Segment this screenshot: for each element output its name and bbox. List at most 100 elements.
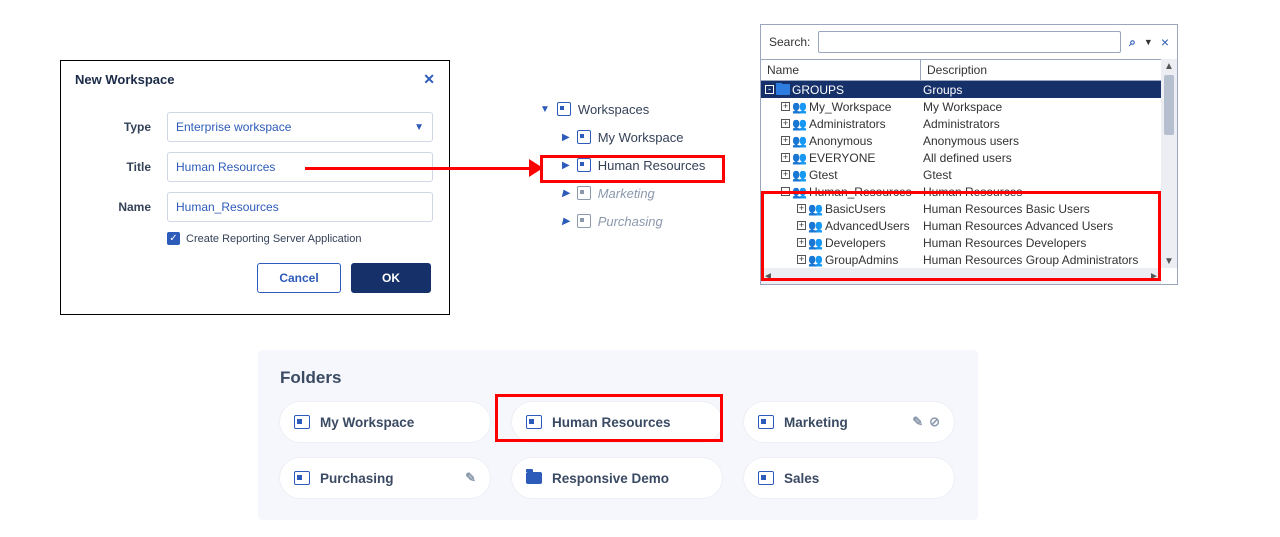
group-description-cell: Human Resources Basic Users [921, 202, 1161, 216]
column-header-name[interactable]: Name [761, 60, 921, 80]
scroll-left-icon[interactable]: ◄ [761, 271, 775, 282]
type-label: Type [77, 120, 167, 134]
search-input[interactable] [818, 31, 1121, 53]
group-row[interactable]: +👥 My_WorkspaceMy Workspace [761, 98, 1161, 115]
group-description-cell: Human Resources Advanced Users [921, 219, 1161, 233]
folder-card[interactable]: Purchasing✎ [280, 458, 490, 498]
folder-card[interactable]: Human Resources [512, 402, 722, 442]
collapse-icon[interactable]: - [781, 187, 790, 196]
group-row[interactable]: +👥 AdvancedUsersHuman Resources Advanced… [761, 217, 1161, 234]
group-row[interactable]: +👥 EVERYONEAll defined users [761, 149, 1161, 166]
folders-section: Folders My WorkspaceHuman ResourcesMarke… [258, 350, 978, 520]
collapse-icon[interactable]: - [765, 85, 774, 94]
expand-icon[interactable]: + [781, 102, 790, 111]
workspace-icon [294, 415, 310, 429]
group-row[interactable]: -👥 Human_ResourcesHuman Resources [761, 183, 1161, 200]
workspace-icon [577, 130, 591, 144]
folder-card[interactable]: Responsive Demo [512, 458, 722, 498]
group-name-cell: -👥 Human_Resources [761, 185, 921, 199]
type-select[interactable]: Enterprise workspace ▼ [167, 112, 433, 142]
group-row[interactable]: +👥 BasicUsersHuman Resources Basic Users [761, 200, 1161, 217]
workspace-icon [758, 471, 774, 485]
folder-card[interactable]: Marketing✎⊘ [744, 402, 954, 442]
group-description-cell: Groups [921, 83, 1161, 97]
group-name-cell: +👥 EVERYONE [761, 151, 921, 165]
group-name-label: Human_Resources [809, 185, 912, 199]
group-name-label: BasicUsers [825, 202, 886, 216]
users-icon: 👥 [792, 101, 807, 113]
folder-card-badges: ✎⊘ [912, 414, 940, 430]
checkbox-checked-icon: ✓ [167, 232, 180, 245]
workspace-icon [526, 415, 542, 429]
workspace-icon [557, 102, 571, 116]
scroll-right-icon[interactable]: ► [1147, 271, 1161, 282]
group-description-cell: Anonymous users [921, 134, 1161, 148]
cancel-button[interactable]: Cancel [257, 263, 341, 293]
expand-icon[interactable]: + [781, 170, 790, 179]
workspaces-root[interactable]: ▼ Workspaces [540, 95, 725, 123]
expand-icon[interactable]: + [797, 238, 806, 247]
group-name-cell: +👥 BasicUsers [761, 202, 921, 216]
group-name-cell: +👥 My_Workspace [761, 100, 921, 114]
checkbox-label: Create Reporting Server Application [186, 233, 361, 245]
chevron-down-icon: ▼ [414, 122, 424, 133]
group-description-cell: Human Resources [921, 185, 1161, 199]
vertical-scrollbar[interactable]: ▲ ▼ [1161, 59, 1177, 268]
groups-panel: Search: ⌕ ▼ × Name Description - GROUPSG… [760, 24, 1178, 285]
ok-button[interactable]: OK [351, 263, 431, 293]
group-name-cell: +👥 Developers [761, 236, 921, 250]
users-icon: 👥 [808, 203, 823, 215]
folder-card-badges: ✎ [465, 470, 476, 486]
search-close-icon[interactable]: × [1161, 34, 1169, 50]
folder-card[interactable]: Sales [744, 458, 954, 498]
workspace-icon [577, 186, 591, 200]
name-input[interactable] [167, 192, 433, 222]
expand-icon[interactable]: + [797, 204, 806, 213]
dialog-body: Type Enterprise workspace ▼ Title Name ✓… [61, 96, 449, 255]
workspace-tree-item[interactable]: ▶My Workspace [540, 123, 725, 151]
folder-card[interactable]: My Workspace [280, 402, 490, 442]
workspace-tree-item[interactable]: ▶Marketing [540, 179, 725, 207]
group-name-cell: +👥 GroupAdmins [761, 253, 921, 267]
scroll-down-icon[interactable]: ▼ [1161, 254, 1177, 268]
expand-icon[interactable]: + [797, 221, 806, 230]
workspaces-tree: ▼ Workspaces ▶My Workspace▶Human Resourc… [540, 95, 725, 235]
workspace-tree-item[interactable]: ▶Purchasing [540, 207, 725, 235]
group-description-cell: Human Resources Developers [921, 236, 1161, 250]
group-row[interactable]: +👥 AdministratorsAdministrators [761, 115, 1161, 132]
expand-icon[interactable]: + [797, 255, 806, 264]
group-name-label: GroupAdmins [825, 253, 898, 267]
create-reporting-server-checkbox[interactable]: ✓ Create Reporting Server Application [167, 232, 433, 245]
folder-icon [776, 84, 790, 95]
close-icon[interactable]: ✕ [423, 71, 435, 88]
column-header-description[interactable]: Description [921, 60, 1161, 80]
expand-icon[interactable]: + [781, 119, 790, 128]
users-icon: 👥 [808, 254, 823, 266]
group-name-cell: +👥 AdvancedUsers [761, 219, 921, 233]
horizontal-scrollbar[interactable]: ◄ ► [761, 268, 1161, 284]
workspace-tree-item[interactable]: ▶Human Resources [540, 151, 725, 179]
group-name-label: My_Workspace [809, 100, 891, 114]
dialog-title: New Workspace [75, 72, 174, 87]
users-icon: 👥 [808, 220, 823, 232]
new-workspace-dialog: New Workspace ✕ Type Enterprise workspac… [60, 60, 450, 315]
title-label: Title [77, 160, 167, 174]
workspace-item-label: My Workspace [598, 130, 684, 145]
search-dropdown-icon[interactable]: ▼ [1144, 37, 1153, 47]
group-row[interactable]: - GROUPSGroups [761, 81, 1161, 98]
group-description-cell: Gtest [921, 168, 1161, 182]
search-icon[interactable]: ⌕ [1129, 35, 1136, 50]
folder-card-label: Responsive Demo [552, 471, 669, 486]
group-row[interactable]: +👥 GroupAdminsHuman Resources Group Admi… [761, 251, 1161, 268]
search-label: Search: [769, 35, 810, 49]
group-row[interactable]: +👥 GtestGtest [761, 166, 1161, 183]
scroll-up-icon[interactable]: ▲ [1161, 59, 1177, 73]
expand-icon[interactable]: + [781, 136, 790, 145]
expand-icon[interactable]: + [781, 153, 790, 162]
workspace-item-label: Marketing [598, 186, 655, 201]
group-row[interactable]: +👥 AnonymousAnonymous users [761, 132, 1161, 149]
group-row[interactable]: +👥 DevelopersHuman Resources Developers [761, 234, 1161, 251]
scroll-thumb[interactable] [1164, 75, 1174, 135]
workspace-item-label: Human Resources [598, 158, 706, 173]
users-icon: 👥 [792, 118, 807, 130]
